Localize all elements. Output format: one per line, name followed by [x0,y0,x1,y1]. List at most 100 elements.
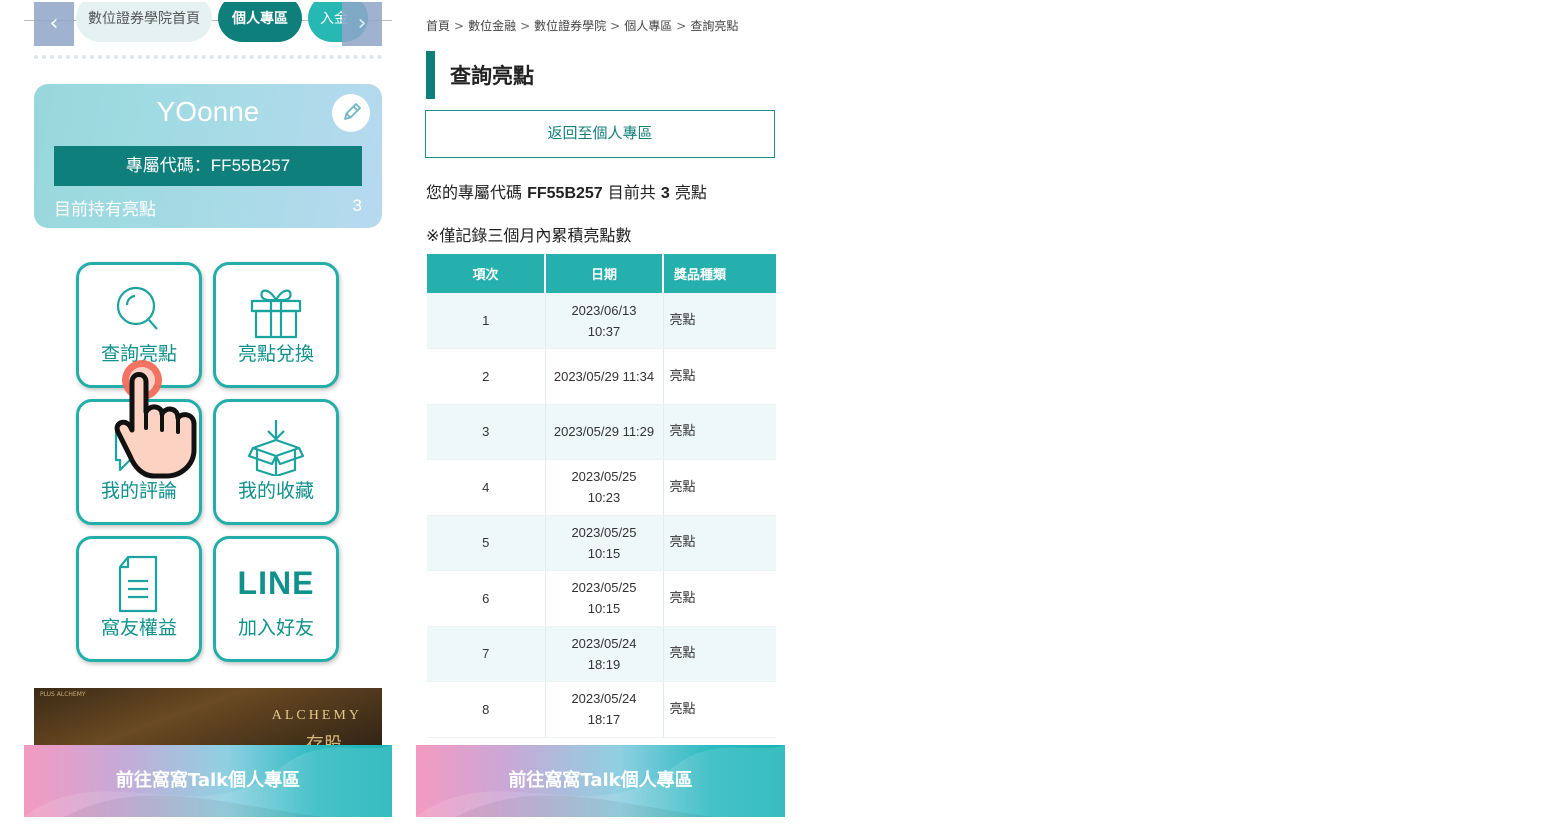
tap-hand-icon [114,360,197,479]
row-prize-kind: 亮點 [669,479,696,495]
row-time: 11:29 [622,424,655,440]
go-to-talk-button-left[interactable]: 前往窩窩Talk個人專區 [24,745,392,817]
tabs-next-arrow-icon[interactable]: › [342,2,382,46]
row-time: 18:19 [587,656,621,672]
breadcrumb-separator: > [676,19,687,33]
row-date: 2023/06/13 [571,302,637,318]
breadcrumb-current: 查詢亮點 [690,19,739,33]
summary-code: FF55B257 [527,185,603,202]
table-row: 6 2023/05/25 10:15 亮點 [427,570,776,627]
tab-personal-area[interactable]: 個人專區 [218,2,302,42]
tab-academy-home[interactable]: 數位證券學院首頁 [76,2,212,42]
summary-count: 3 [660,185,670,202]
table-header-row: 項次 日期 獎品種類 [427,254,776,293]
cell-no: 7 [427,626,546,682]
points-table: 項次 日期 獎品種類 1 2023/06/13 10:37 亮點 2 2023/05/29… [427,254,776,738]
cell-no: 2 [427,348,546,405]
table-row: 5 2023/05/25 10:15 亮點 [427,515,776,571]
row-time: 10:23 [587,490,621,506]
row-time: 11:34 [622,368,655,384]
points-held-label: 目前持有亮點 [54,200,156,219]
pencil-icon [344,103,361,120]
document-icon [118,555,158,613]
summary-prefix: 您的專屬代碼 [426,183,523,202]
row-date: 2023/05/24 [571,691,637,707]
table-row: 3 2023/05/29 11:29 亮點 [427,404,776,460]
table-row: 1 2023/06/13 10:37 亮點 [427,293,776,349]
member-code-bar: 專屬代碼：FF55B257 [54,146,362,186]
row-number: 1 [482,313,490,328]
gift-icon [250,289,302,339]
tile-label: 亮點兌換 [237,343,314,365]
cell-no: 1 [427,293,546,349]
breadcrumb-personal-area[interactable]: 個人專區 [624,19,672,33]
cell-date: 2023/05/24 18:19 [545,626,664,682]
cell-date: 2023/05/29 11:34 [545,348,664,405]
dotted-divider [34,55,382,59]
breadcrumb: 首頁 > 數位金融 > 數位證券學院 > 個人專區 > 查詢亮點 [426,17,738,34]
tile-redeem-points[interactable]: 亮點兌換 [213,262,339,388]
line-icon: LINE [237,565,315,601]
back-to-personal-area-button[interactable]: 返回至個人專區 [425,110,775,158]
tile-line-add-friend[interactable]: LINE 加入好友 [213,536,339,662]
tab-bar: 數位證券學院首頁 個人專區 入金 ‹ › [34,2,382,46]
table-row: 7 2023/05/24 18:19 亮點 [427,626,776,682]
cell-kind: 亮點 [663,293,776,349]
row-prize-kind: 亮點 [669,368,696,384]
cell-kind: 亮點 [663,570,776,627]
page-title: 查詢亮點 [450,64,534,88]
search-icon [116,286,158,330]
profile-name: YOonne [156,96,260,127]
cell-date: 2023/05/25 10:23 [545,459,664,516]
row-number: 3 [482,424,490,440]
table-row: 2 2023/05/29 11:34 亮點 [427,348,776,405]
row-time: 10:37 [587,323,621,339]
cta-label: 前往窩窩Talk個人專區 [508,770,693,791]
row-number: 7 [482,646,490,662]
breadcrumb-separator: > [610,19,621,33]
go-to-talk-button-right[interactable]: 前往窩窩Talk個人專區 [416,745,785,817]
screenshot-stage: 數位證券學院首頁 個人專區 入金 ‹ › YOonne 專屬代碼：FF55B25… [0,0,1554,835]
row-date: 2023/05/29 [553,368,619,384]
breadcrumb-academy[interactable]: 數位證券學院 [534,19,606,33]
row-prize-kind: 亮點 [669,313,696,328]
row-date: 2023/05/25 [571,524,637,540]
tile-member-rights[interactable]: 窩友權益 [76,536,202,662]
breadcrumb-separator: > [520,19,531,33]
cell-date: 2023/06/13 10:37 [545,293,664,349]
col-header-date: 日期 [545,254,664,293]
cell-date: 2023/05/29 11:29 [545,404,664,460]
summary-suffix: 亮點 [674,183,707,202]
cell-no: 6 [427,570,546,627]
banner-small-text: PLUS ALCHEMY [40,691,86,698]
table-row: 4 2023/05/25 10:23 亮點 [427,459,776,516]
cell-no: 5 [427,515,546,571]
title-accent-bar [426,51,435,99]
tile-my-favorites[interactable]: 我的收藏 [213,399,339,525]
cell-kind: 亮點 [663,626,776,682]
tile-label: 窩友權益 [100,617,177,639]
row-time: 10:15 [587,545,621,561]
col-header-no: 項次 [427,254,546,293]
cell-no: 3 [427,404,546,460]
breadcrumb-separator: > [454,19,465,33]
breadcrumb-digital-finance[interactable]: 數位金融 [468,19,516,33]
row-number: 2 [482,368,490,384]
cell-kind: 亮點 [663,348,776,405]
points-query-panel: 首頁 > 數位金融 > 數位證券學院 > 個人專區 > 查詢亮點 查詢亮點 返回至個人專區 您的… [416,0,785,835]
row-prize-kind: 亮點 [669,535,696,551]
breadcrumb-home[interactable]: 首頁 [426,19,450,33]
cell-kind: 亮點 [663,681,776,738]
points-summary: 您的專屬代碼 FF55B257 目前共 3 亮點 [426,179,707,203]
record-note: ※僅記錄三個月內累積亮點數 [426,226,632,245]
edit-profile-button[interactable] [332,94,370,132]
cell-date: 2023/05/25 10:15 [545,515,664,571]
row-time: 18:17 [587,712,621,728]
row-number: 6 [482,590,490,606]
row-date: 2023/05/24 [571,635,637,651]
cell-date: 2023/05/25 10:15 [545,570,664,627]
profile-card: YOonne 專屬代碼：FF55B257 目前持有亮點 3 [34,84,382,228]
tabs-prev-arrow-icon[interactable]: ‹ [34,2,74,46]
cell-no: 4 [427,459,546,516]
member-menu-panel: 數位證券學院首頁 個人專區 入金 ‹ › YOonne 專屬代碼：FF55B25… [24,0,392,835]
